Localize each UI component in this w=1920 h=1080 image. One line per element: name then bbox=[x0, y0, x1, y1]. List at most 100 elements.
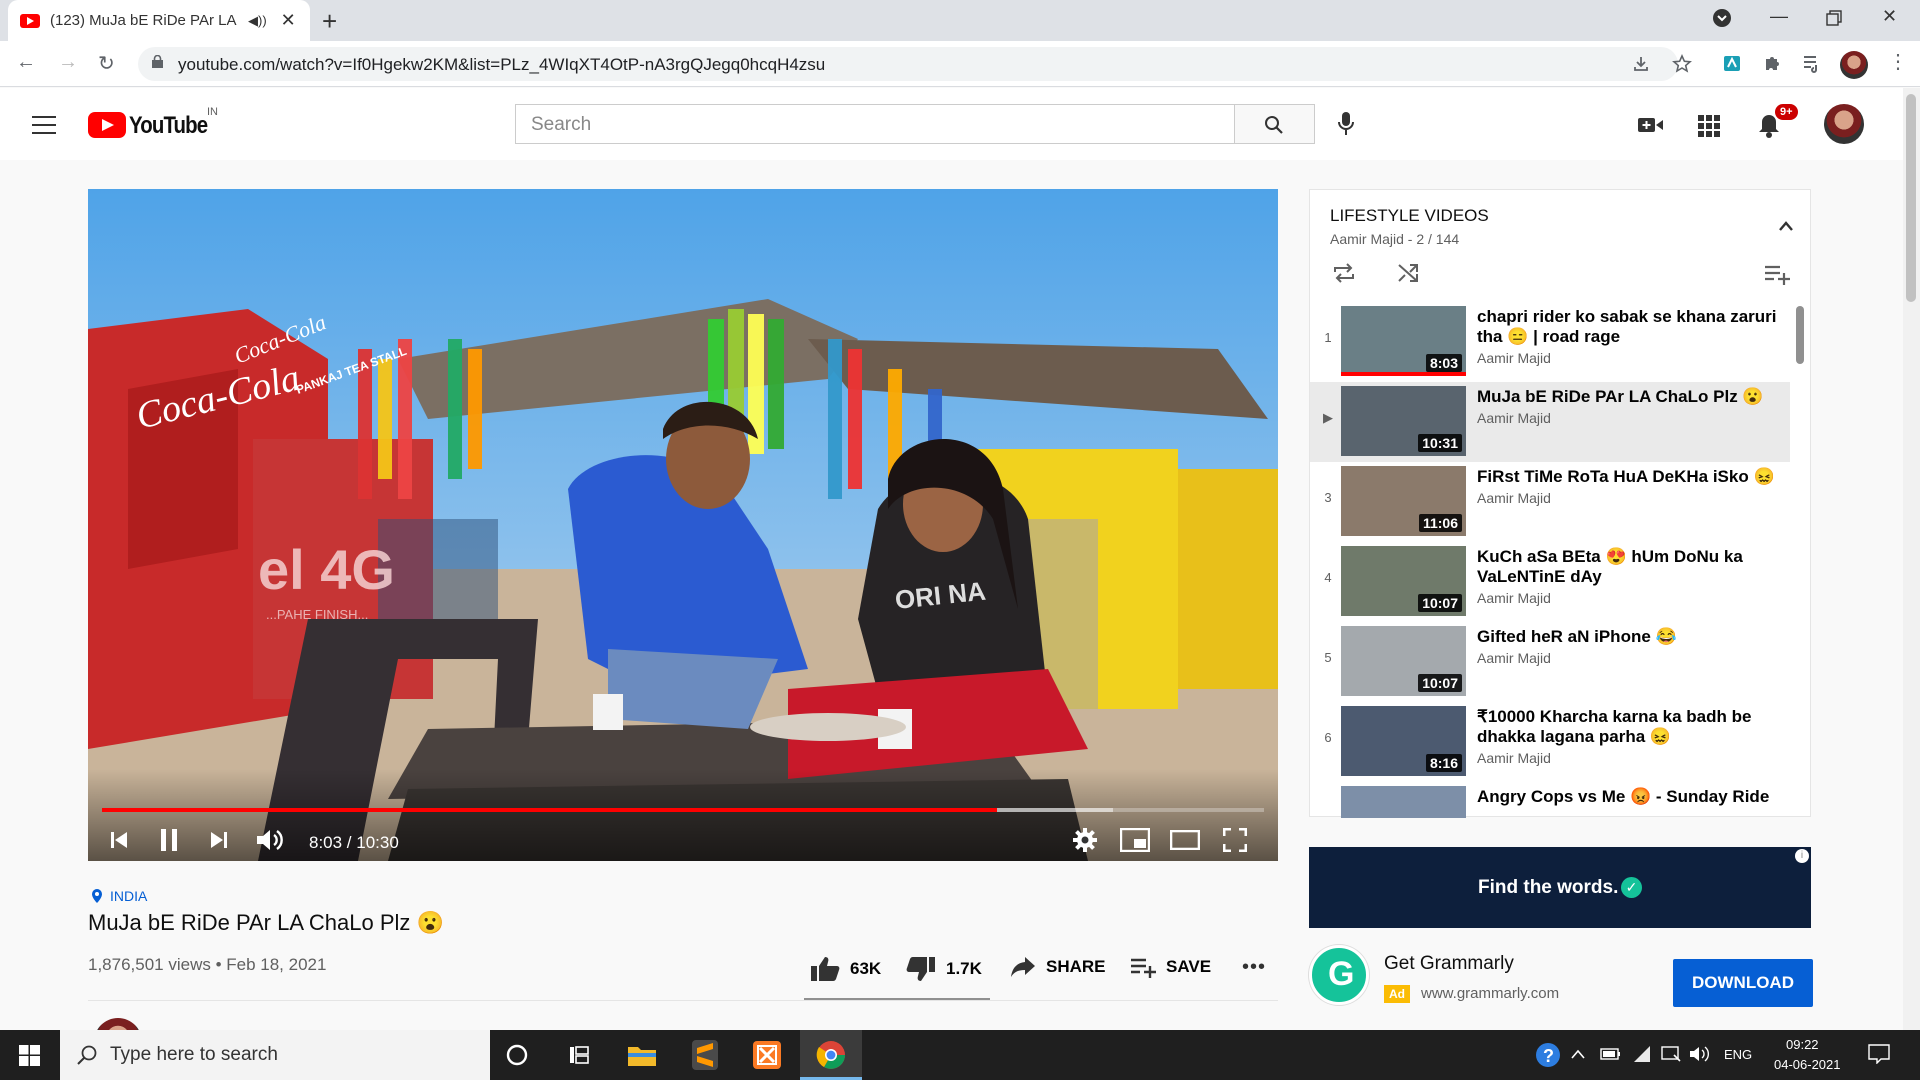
playlist-menu-icon[interactable] bbox=[1764, 263, 1792, 285]
file-explorer-icon[interactable] bbox=[625, 1038, 659, 1072]
help-icon[interactable]: ? bbox=[1534, 1041, 1562, 1069]
ad-info-icon[interactable]: i bbox=[1795, 849, 1809, 863]
playlist-item-title[interactable]: ₹10000 Kharcha karna ka badh be dhakka l… bbox=[1477, 707, 1777, 747]
xampp-icon[interactable] bbox=[750, 1038, 784, 1072]
playlist-item-thumbnail[interactable]: 11:06 bbox=[1341, 466, 1466, 536]
account-avatar[interactable] bbox=[1824, 104, 1864, 144]
share-button[interactable]: SHARE bbox=[1010, 956, 1106, 978]
youtube-logo-icon[interactable] bbox=[88, 112, 126, 138]
action-center-icon[interactable] bbox=[1868, 1044, 1890, 1064]
close-tab-icon[interactable]: ✕ bbox=[281, 10, 296, 31]
playlist-item[interactable]: ▶ 10:31 MuJa bE RiDe PAr LA ChaLo Plz 😮 Aam… bbox=[1310, 382, 1790, 462]
page-scrollbar[interactable] bbox=[1903, 88, 1920, 1030]
clock-date[interactable]: 04-06-2021 bbox=[1774, 1057, 1841, 1072]
playlist-item-thumbnail[interactable]: 8:16 bbox=[1341, 706, 1466, 776]
playlist-item[interactable]: 3 11:06 FiRst TiMe RoTa HuA DeKHa iSko 😖 Aa… bbox=[1310, 462, 1790, 542]
sponsored-card[interactable]: G Get Grammarly Ad www.grammarly.com DOW… bbox=[1309, 945, 1813, 1015]
previous-button[interactable] bbox=[102, 823, 136, 857]
shuffle-icon[interactable] bbox=[1396, 262, 1420, 284]
download-button[interactable]: DOWNLOAD bbox=[1673, 959, 1813, 1007]
reload-icon[interactable]: ↻ bbox=[98, 51, 115, 76]
close-window-icon[interactable]: ✕ bbox=[1882, 6, 1897, 27]
playlist-item-thumbnail[interactable]: 10:07 bbox=[1341, 626, 1466, 696]
audio-playing-icon[interactable]: ◀)) bbox=[248, 13, 267, 29]
clock-time[interactable]: 09:22 bbox=[1786, 1037, 1819, 1052]
playlist-scrollbar[interactable] bbox=[1796, 306, 1804, 364]
pause-button[interactable] bbox=[152, 823, 186, 857]
playlist-item-title[interactable]: MuJa bE RiDe PAr LA ChaLo Plz 😮 bbox=[1477, 387, 1777, 407]
minimize-icon[interactable]: — bbox=[1770, 6, 1788, 27]
collapse-chevron-up-icon[interactable] bbox=[1778, 220, 1794, 232]
page-scrollbar-thumb[interactable] bbox=[1906, 94, 1916, 302]
miniplayer-button[interactable] bbox=[1118, 823, 1152, 857]
playlist-item-title[interactable]: chapri rider ko sabak se khana zaruri th… bbox=[1477, 307, 1777, 347]
ad-banner[interactable]: Find the words. ✓ i bbox=[1309, 847, 1811, 928]
next-button[interactable] bbox=[202, 823, 236, 857]
playlist-item-title[interactable]: Gifted heR aN iPhone 😂 bbox=[1477, 627, 1777, 647]
task-view-icon[interactable] bbox=[562, 1038, 596, 1072]
playlist-item-thumbnail[interactable] bbox=[1341, 786, 1466, 818]
mute-button[interactable] bbox=[250, 823, 290, 857]
playlist-item-thumbnail[interactable]: 8:03 bbox=[1341, 306, 1466, 376]
playlist-item[interactable]: 5 10:07 Gifted heR aN iPhone 😂 Aamir Majid bbox=[1310, 622, 1790, 702]
microphone-icon[interactable] bbox=[1336, 110, 1356, 138]
search-input[interactable]: Search bbox=[515, 104, 1235, 144]
location-tag[interactable]: INDIA bbox=[92, 888, 147, 904]
tab-search-icon[interactable] bbox=[1712, 8, 1732, 33]
back-icon[interactable]: ← bbox=[16, 51, 36, 74]
chrome-taskbar-button[interactable] bbox=[800, 1030, 862, 1080]
media-queue-icon[interactable] bbox=[1802, 53, 1822, 73]
playlist-item-title[interactable]: FiRst TiMe RoTa HuA DeKHa iSko 😖 bbox=[1477, 467, 1777, 487]
omnibox[interactable]: youtube.com/watch?v=If0Hgekw2KM&list=PLz… bbox=[138, 47, 1692, 81]
windows-start-icon[interactable] bbox=[19, 1045, 40, 1066]
save-button[interactable]: SAVE bbox=[1130, 956, 1211, 978]
playlist-item-thumbnail[interactable]: 10:07 bbox=[1341, 546, 1466, 616]
theater-mode-button[interactable] bbox=[1168, 823, 1202, 857]
tab-title: (123) MuJa bE RiDe PAr LA C bbox=[50, 12, 240, 29]
seek-bar[interactable] bbox=[102, 808, 1264, 812]
video-player[interactable]: Coca-Cola Coca-Cola PANKAJ TEA STALL el … bbox=[88, 189, 1278, 861]
dislike-button[interactable]: 1.7K bbox=[906, 956, 982, 982]
cortana-icon[interactable] bbox=[500, 1038, 534, 1072]
playlist-title[interactable]: LIFESTYLE VIDEOS bbox=[1330, 206, 1489, 226]
youtube-logo-text[interactable]: YouTube bbox=[129, 112, 208, 140]
browser-tab[interactable]: (123) MuJa bE RiDe PAr LA C ◀)) ✕ bbox=[8, 0, 310, 41]
taskbar-search-input[interactable]: Type here to search bbox=[60, 1030, 490, 1080]
sublime-text-icon[interactable] bbox=[688, 1038, 722, 1072]
playlist-item[interactable]: Angry Cops vs Me 😡 - Sunday Ride bbox=[1310, 782, 1790, 818]
language-indicator[interactable]: ENG bbox=[1724, 1047, 1752, 1062]
playlist-item-title[interactable]: Angry Cops vs Me 😡 - Sunday Ride bbox=[1477, 787, 1777, 807]
forward-icon[interactable]: → bbox=[58, 51, 78, 74]
playlist-item[interactable]: 4 10:07 KuCh aSa BEta 😍 hUm DoNu ka VaLeNT… bbox=[1310, 542, 1790, 622]
new-tab-button[interactable]: + bbox=[322, 6, 337, 37]
more-actions-button[interactable]: ••• bbox=[1242, 956, 1266, 979]
tray-chevron-icon[interactable] bbox=[1570, 1048, 1586, 1060]
speaker-icon[interactable] bbox=[1688, 1045, 1710, 1063]
settings-button[interactable] bbox=[1068, 823, 1102, 857]
chrome-icon bbox=[816, 1041, 845, 1069]
hamburger-menu-icon[interactable] bbox=[32, 116, 56, 134]
playlist-item[interactable]: 1 8:03 chapri rider ko sabak se khana zaru… bbox=[1310, 302, 1790, 382]
battery-icon[interactable] bbox=[1600, 1047, 1622, 1061]
extensions-puzzle-icon[interactable] bbox=[1762, 53, 1782, 73]
fullscreen-button[interactable] bbox=[1218, 823, 1252, 857]
like-button[interactable]: 63K bbox=[810, 956, 881, 982]
extension-icon[interactable] bbox=[1722, 53, 1742, 73]
wifi-icon[interactable] bbox=[1632, 1044, 1652, 1064]
apps-grid-icon[interactable] bbox=[1698, 115, 1720, 137]
create-video-icon[interactable] bbox=[1638, 116, 1664, 134]
install-app-icon[interactable] bbox=[1632, 55, 1650, 73]
playlist-subtitle: Aamir Majid - 2 / 144 bbox=[1330, 231, 1460, 247]
playlist-item-title[interactable]: KuCh aSa BEta 😍 hUm DoNu ka VaLeNTinE dA… bbox=[1477, 547, 1777, 587]
miniplayer-icon bbox=[1120, 828, 1150, 852]
browser-profile-avatar[interactable] bbox=[1840, 51, 1868, 79]
browser-menu-icon[interactable]: ⋮ bbox=[1888, 49, 1908, 74]
network-icon[interactable] bbox=[1660, 1044, 1682, 1064]
bookmark-star-icon[interactable] bbox=[1672, 54, 1692, 74]
search-button[interactable] bbox=[1235, 104, 1315, 144]
playlist-item[interactable]: 6 8:16 ₹10000 Kharcha karna ka badh be dha… bbox=[1310, 702, 1790, 782]
skip-next-icon bbox=[211, 832, 227, 848]
restore-icon[interactable] bbox=[1826, 10, 1842, 31]
loop-icon[interactable] bbox=[1332, 262, 1356, 284]
playlist-item-thumbnail[interactable]: 10:31 bbox=[1341, 386, 1466, 456]
